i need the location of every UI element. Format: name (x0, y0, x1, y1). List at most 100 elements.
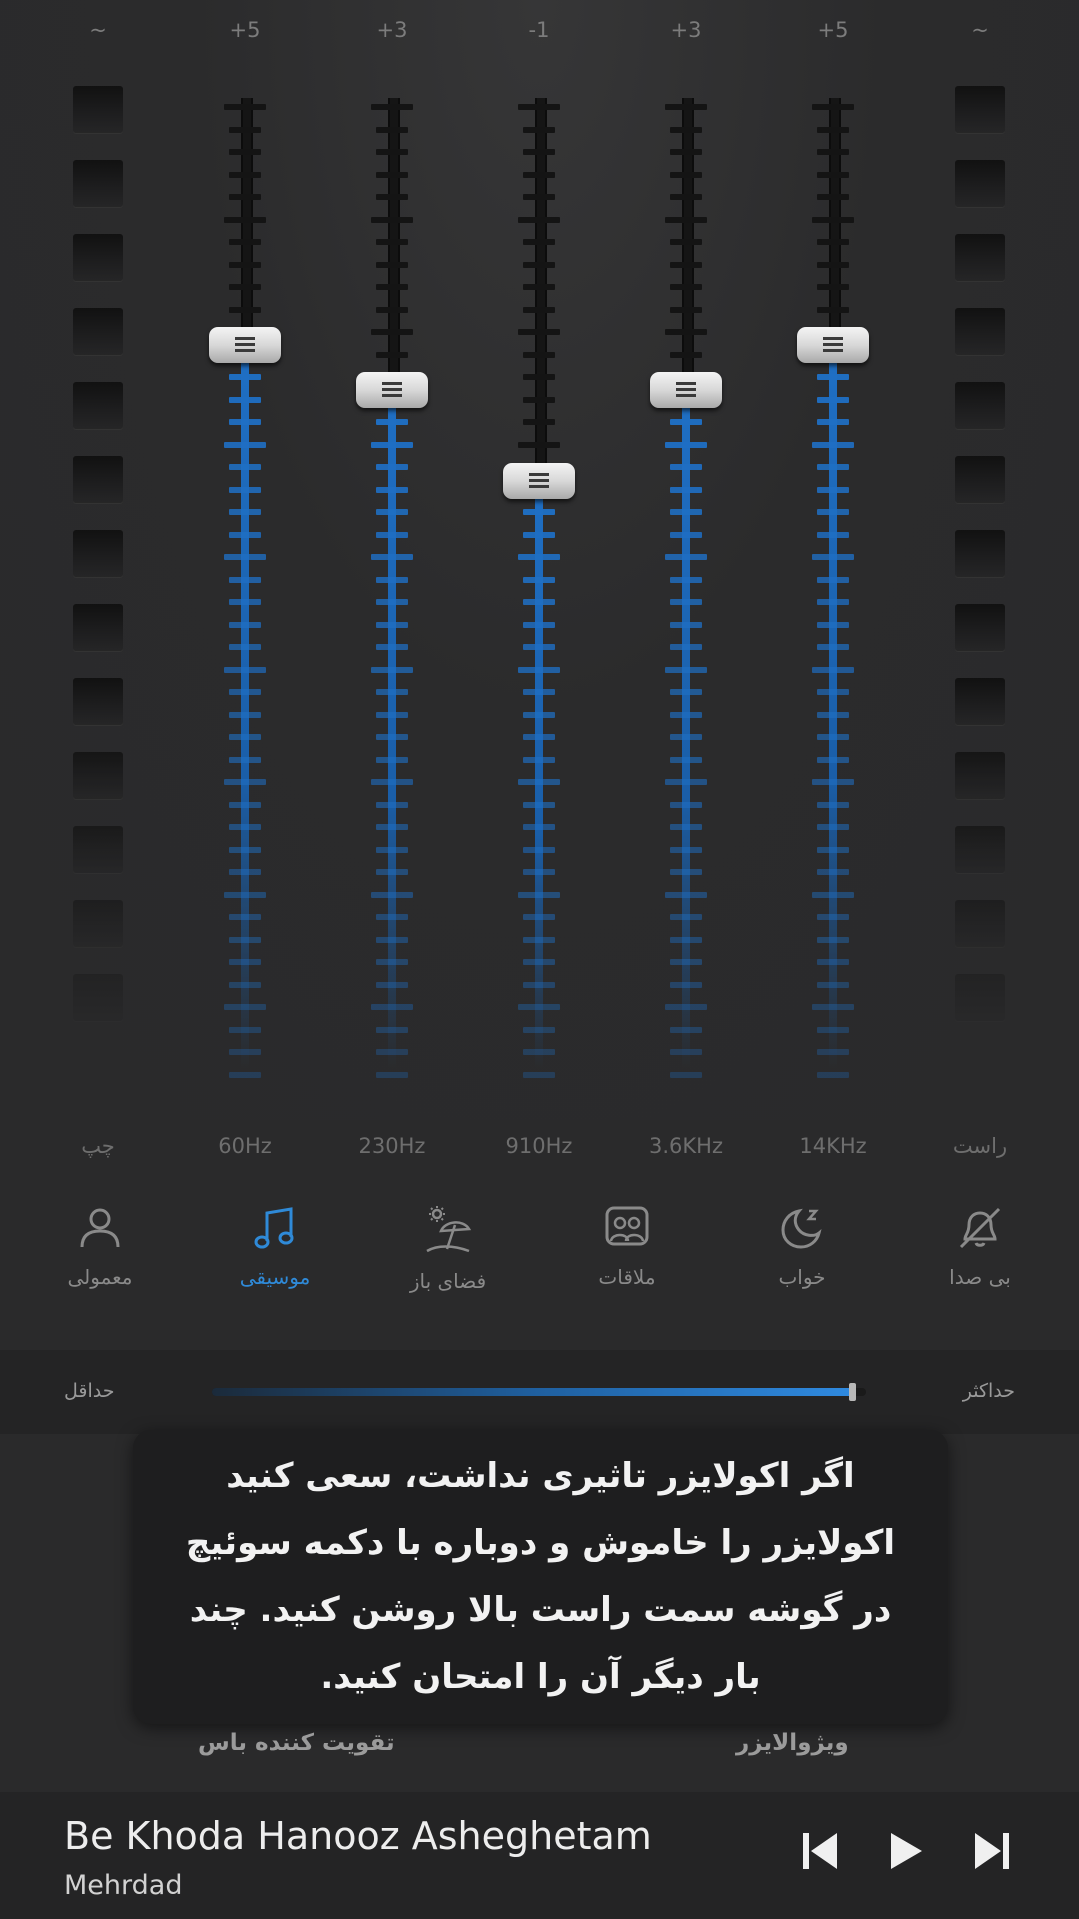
band-slider-230hz[interactable] (356, 98, 428, 1078)
band-slider-tick (523, 306, 555, 313)
preset-music[interactable]: موسیقی (195, 1205, 355, 1289)
band-slider-tick (670, 869, 702, 875)
band-gain-label: -1 (528, 18, 550, 42)
band-slider-tick (817, 486, 849, 493)
band-slider-tick (523, 171, 555, 178)
band-slider-910hz[interactable] (503, 98, 575, 1078)
band-slider-tick (229, 194, 261, 200)
band-slider-tick (229, 576, 261, 583)
band-slider-tick (376, 1071, 408, 1078)
band-gain-label: +5 (817, 18, 849, 42)
track-title: Be Khoda Hanooz Asheghetam (64, 1814, 652, 1858)
band-slider-fill (535, 480, 543, 1068)
visualizer-label[interactable]: ویژوالایزر (736, 1730, 849, 1756)
preset-mute[interactable]: بی صدا (900, 1205, 1060, 1289)
band-slider-tick (229, 1026, 261, 1033)
band-slider-tick (670, 711, 702, 718)
band-slider-tick (670, 689, 702, 695)
band-gain-label: +3 (670, 18, 702, 42)
strength-slider-handle[interactable] (848, 1383, 856, 1401)
band-slider-tick (518, 891, 560, 898)
band-slider-tick (817, 239, 849, 245)
band-slider-thumb[interactable] (209, 326, 281, 363)
band-slider-tick (376, 869, 408, 875)
band-slider-tick (523, 284, 555, 290)
band-slider-tick (376, 284, 408, 290)
toast-message: اگر اکولایزر تاثیری نداشت، سعی کنید اکول… (133, 1430, 948, 1724)
band-slider-tick (665, 104, 707, 110)
band-slider-tick (518, 554, 560, 560)
preset-outdoor[interactable]: فضای باز (368, 1205, 528, 1293)
band-slider-tick (670, 486, 702, 493)
band-slider-tick (523, 351, 555, 358)
band-slider-tick (523, 239, 555, 245)
band-slider-thumb[interactable] (356, 372, 428, 408)
band-slider-tick (523, 509, 555, 515)
band-slider-tick (376, 914, 408, 920)
band-slider-tick (224, 216, 266, 223)
now-playing-bar[interactable]: Be Khoda Hanooz Asheghetam Mehrdad (0, 1792, 1079, 1919)
band-slider-thumb[interactable] (797, 326, 869, 363)
band-slider-tick (518, 441, 560, 448)
band-slider-tick (670, 936, 702, 943)
band-slider-3-6khz[interactable] (650, 98, 722, 1078)
strength-slider[interactable] (212, 1383, 866, 1401)
band-slider-tick (376, 756, 408, 763)
play-icon[interactable] (886, 1830, 926, 1872)
band-slider-tick (817, 914, 849, 920)
band-slider-14khz[interactable] (797, 98, 869, 1078)
band-slider-tick (523, 936, 555, 943)
band-slider-tick (376, 1026, 408, 1033)
skip-next-icon[interactable] (972, 1830, 1012, 1872)
strength-slider-fill (212, 1388, 853, 1396)
band-slider-tick (376, 689, 408, 695)
band-slider-tick (665, 554, 707, 560)
band-slider-tick (376, 824, 408, 830)
level-meter-cell (955, 160, 1005, 208)
preset-sleep[interactable]: خواب (722, 1205, 882, 1289)
band-slider-tick (523, 824, 555, 830)
skip-previous-icon[interactable] (800, 1830, 840, 1872)
band-slider-tick (812, 1004, 854, 1010)
band-slider-tick (376, 599, 408, 605)
band-slider-tick (817, 261, 849, 268)
band-slider-tick (376, 846, 408, 853)
left-channel-label: چپ (81, 1134, 115, 1158)
preset-normal[interactable]: معمولی (20, 1205, 180, 1289)
band-slider-tick (376, 576, 408, 583)
band-slider-tick (817, 644, 849, 650)
preset-meeting[interactable]: ملاقات (547, 1205, 707, 1289)
band-slider-60hz[interactable] (209, 98, 281, 1078)
band-slider-tick (523, 1071, 555, 1078)
band-slider-tick (229, 239, 261, 245)
band-slider-tick (812, 216, 854, 223)
band-slider-tick (670, 194, 702, 200)
band-slider-tick (670, 306, 702, 313)
band-slider-tick (523, 419, 555, 425)
band-slider-tick (817, 824, 849, 830)
band-slider-tick (817, 734, 849, 740)
band-slider-tick (817, 419, 849, 425)
preset-bar: معمولی موسیقی فضای باز ملاقات خواب بی صد… (0, 1205, 1079, 1325)
band-frequency-label: 230Hz (358, 1134, 426, 1158)
level-meter-cell (73, 86, 123, 134)
band-slider-tick (376, 981, 408, 988)
band-slider-tick (376, 959, 408, 965)
band-slider-thumb[interactable] (650, 372, 722, 408)
level-meter-cell (955, 678, 1005, 726)
level-meter-cell (73, 974, 123, 1022)
band-slider-tick (665, 666, 707, 673)
band-slider-tick (376, 936, 408, 943)
band-slider-tick (670, 1071, 702, 1078)
band-slider-thumb[interactable] (503, 462, 575, 499)
band-slider-tick (224, 441, 266, 448)
band-slider-tick (224, 104, 266, 110)
bass-boost-label[interactable]: تقویت کننده باس (198, 1730, 395, 1756)
band-slider-tick (229, 846, 261, 853)
band-slider-tick (670, 599, 702, 605)
moon-icon (781, 1208, 822, 1249)
level-meter-cell (73, 234, 123, 282)
level-meter-cell (73, 604, 123, 652)
band-slider-tick (229, 936, 261, 943)
band-slider-tick (665, 441, 707, 448)
